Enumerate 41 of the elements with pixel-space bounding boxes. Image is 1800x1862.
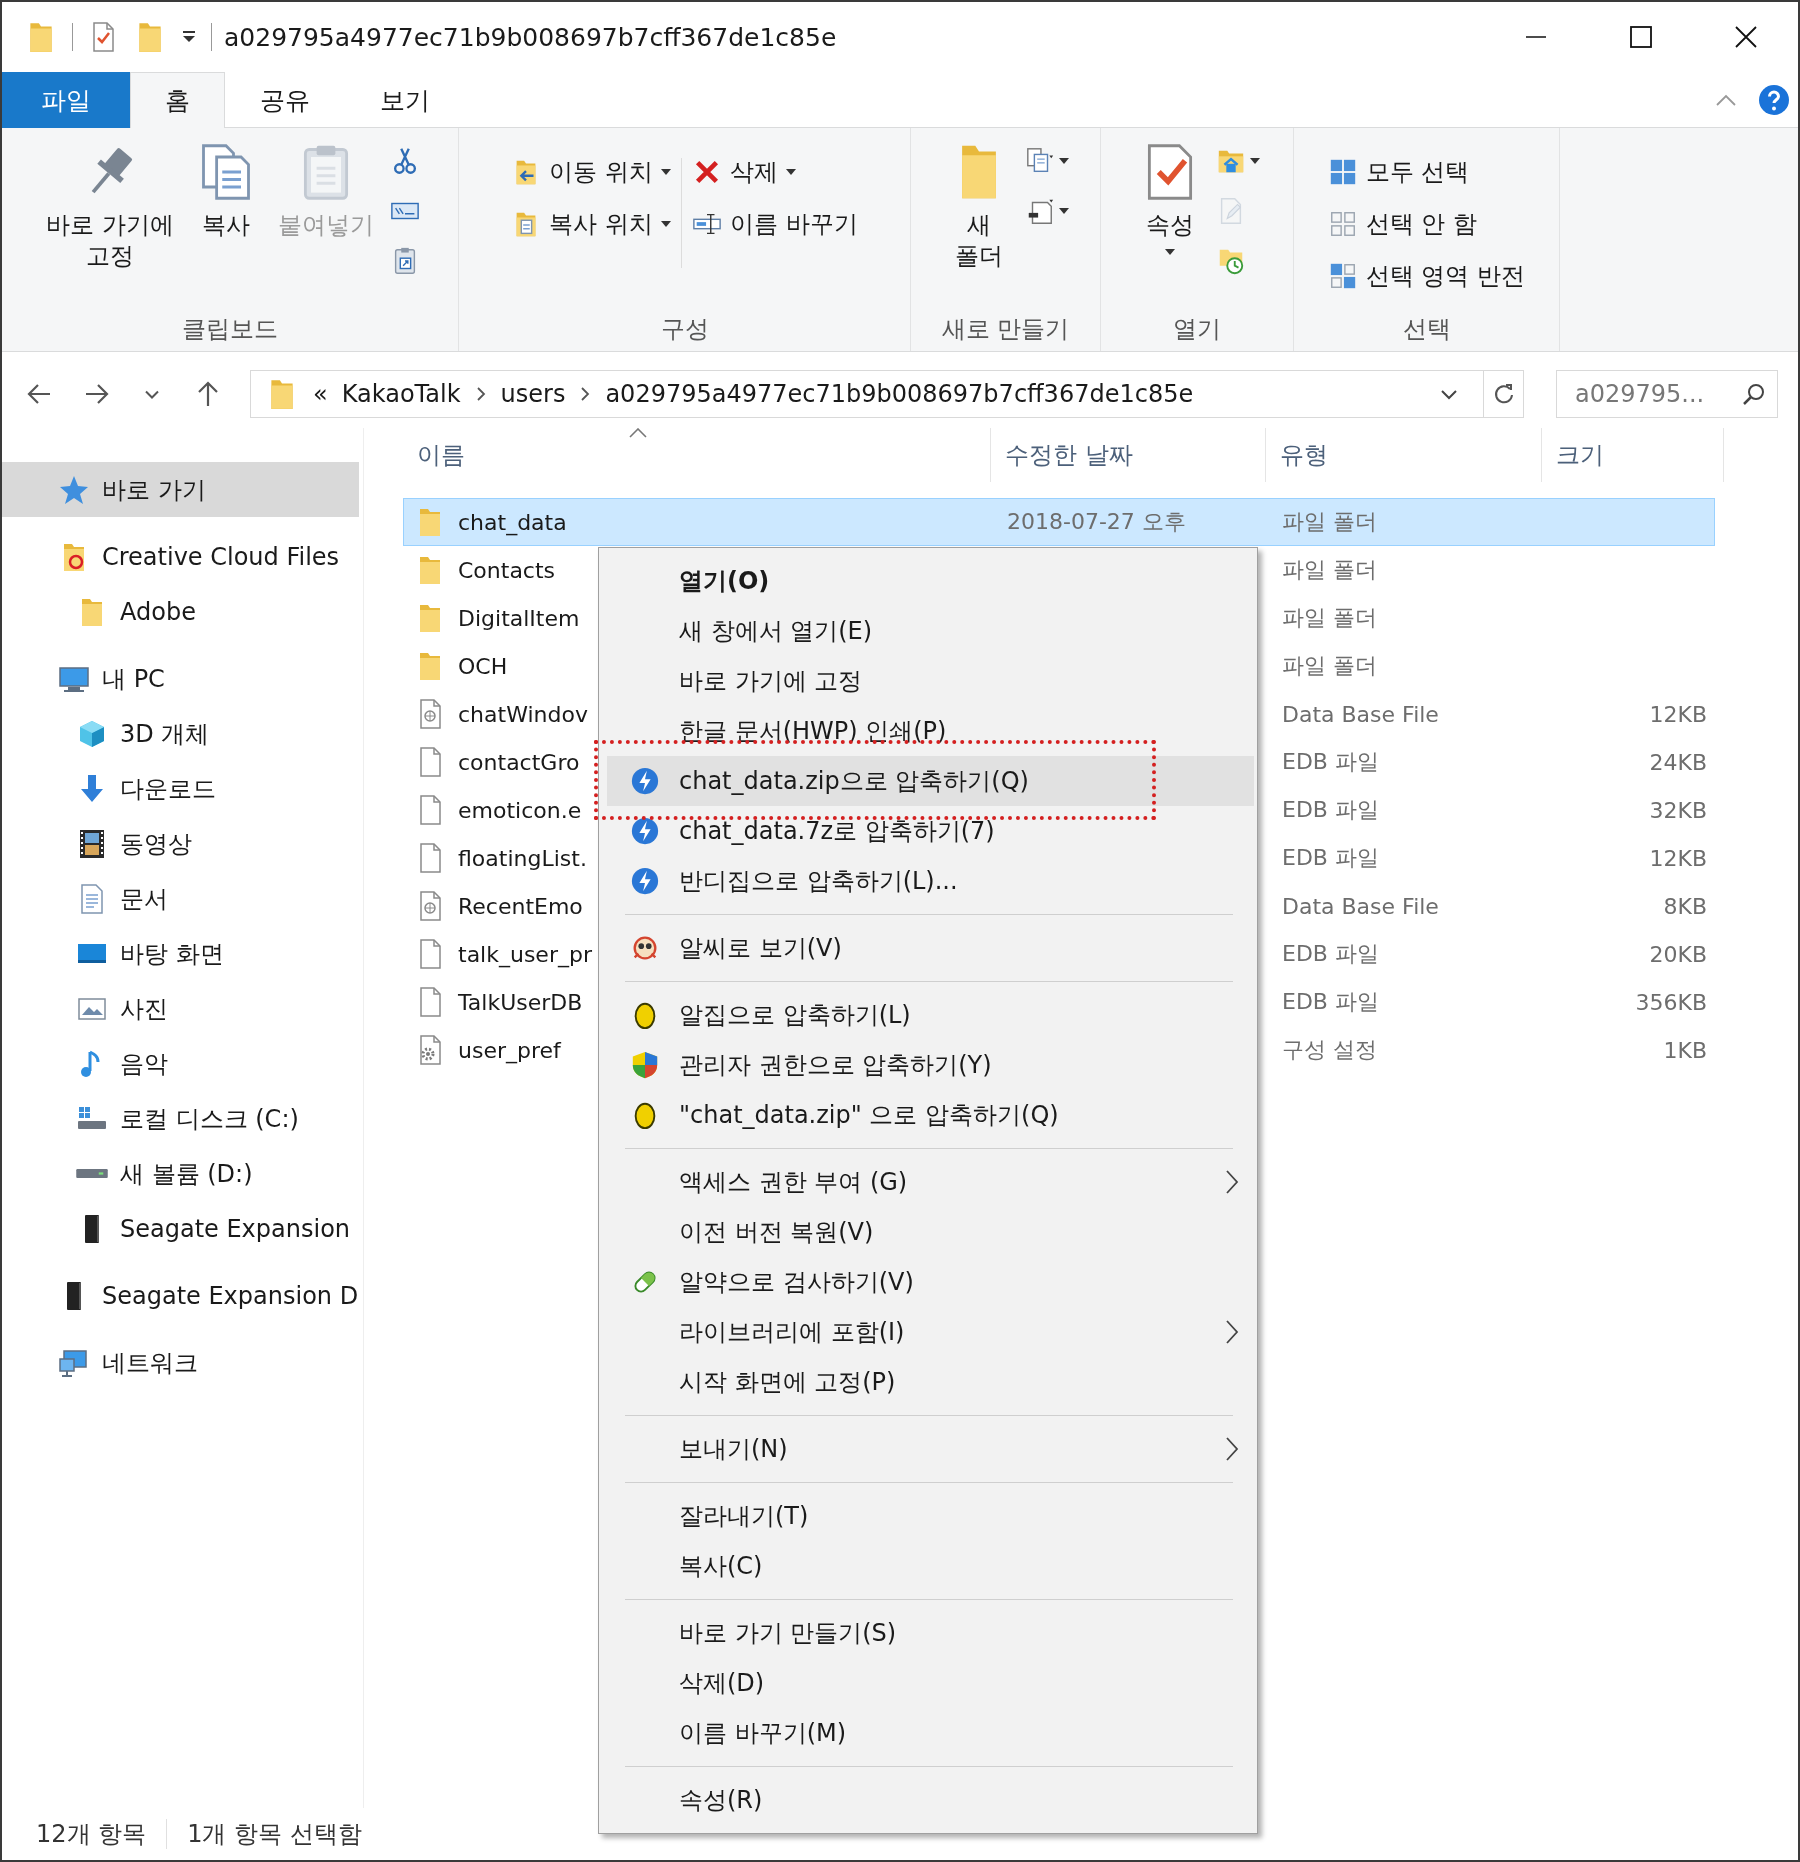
file-name: user_pref [458, 1037, 561, 1063]
file-type: 파일 폴더 [1282, 604, 1377, 632]
file-type: 파일 폴더 [1282, 508, 1377, 536]
file-name: RecentEmo [458, 893, 583, 919]
file-size: 24KB [1649, 749, 1707, 775]
file-type: EDB 파일 [1282, 796, 1379, 824]
ribbon-group-label: 클립보드 [181, 314, 279, 345]
file-type: 파일 폴더 [1282, 652, 1377, 680]
file-type: EDB 파일 [1282, 844, 1379, 872]
file-size: 12KB [1649, 845, 1707, 871]
status-text: 1개 항목 선택함 [187, 1819, 362, 1850]
file-size: 20KB [1649, 941, 1707, 967]
file-name: TalkUserDB [458, 989, 583, 1015]
status-text: 12개 항목 [36, 1819, 147, 1850]
file-size: 32KB [1649, 797, 1707, 823]
ribbon-group-label: 새로 만들기 [940, 314, 1071, 345]
file-name: chatWindov [458, 701, 588, 727]
file-name: DigitalItem [458, 605, 580, 631]
file-size: 356KB [1635, 989, 1707, 1015]
ribbon-group-label: 열기 [1172, 314, 1222, 345]
file-type: 파일 폴더 [1282, 556, 1377, 584]
file-name: emoticon.e [458, 797, 582, 823]
file-size: 8KB [1663, 893, 1707, 919]
file-name: contactGro [458, 749, 580, 775]
file-type: EDB 파일 [1282, 988, 1379, 1016]
file-type: EDB 파일 [1282, 748, 1379, 776]
file-name: floatingList. [458, 845, 587, 871]
file-name: chat_data [458, 509, 567, 535]
file-name: Contacts [458, 557, 556, 583]
file-size: 12KB [1649, 701, 1707, 727]
file-name: OCH [458, 653, 508, 679]
ribbon-group-label: 선택 [1401, 314, 1452, 345]
file-type: Data Base File [1282, 893, 1439, 919]
file-name: talk_user_pr [458, 941, 592, 967]
ribbon-group-label: 구성 [659, 314, 710, 345]
file-type: EDB 파일 [1282, 940, 1379, 968]
file-type: Data Base File [1282, 701, 1439, 727]
file-size: 1KB [1663, 1037, 1707, 1063]
file-type: 구성 설정 [1282, 1036, 1377, 1064]
window-title: a029795a4977ec71b9b008697b7cff367de1c85e [224, 22, 838, 52]
file-date: 2018-07-27 오후 [1007, 508, 1186, 536]
